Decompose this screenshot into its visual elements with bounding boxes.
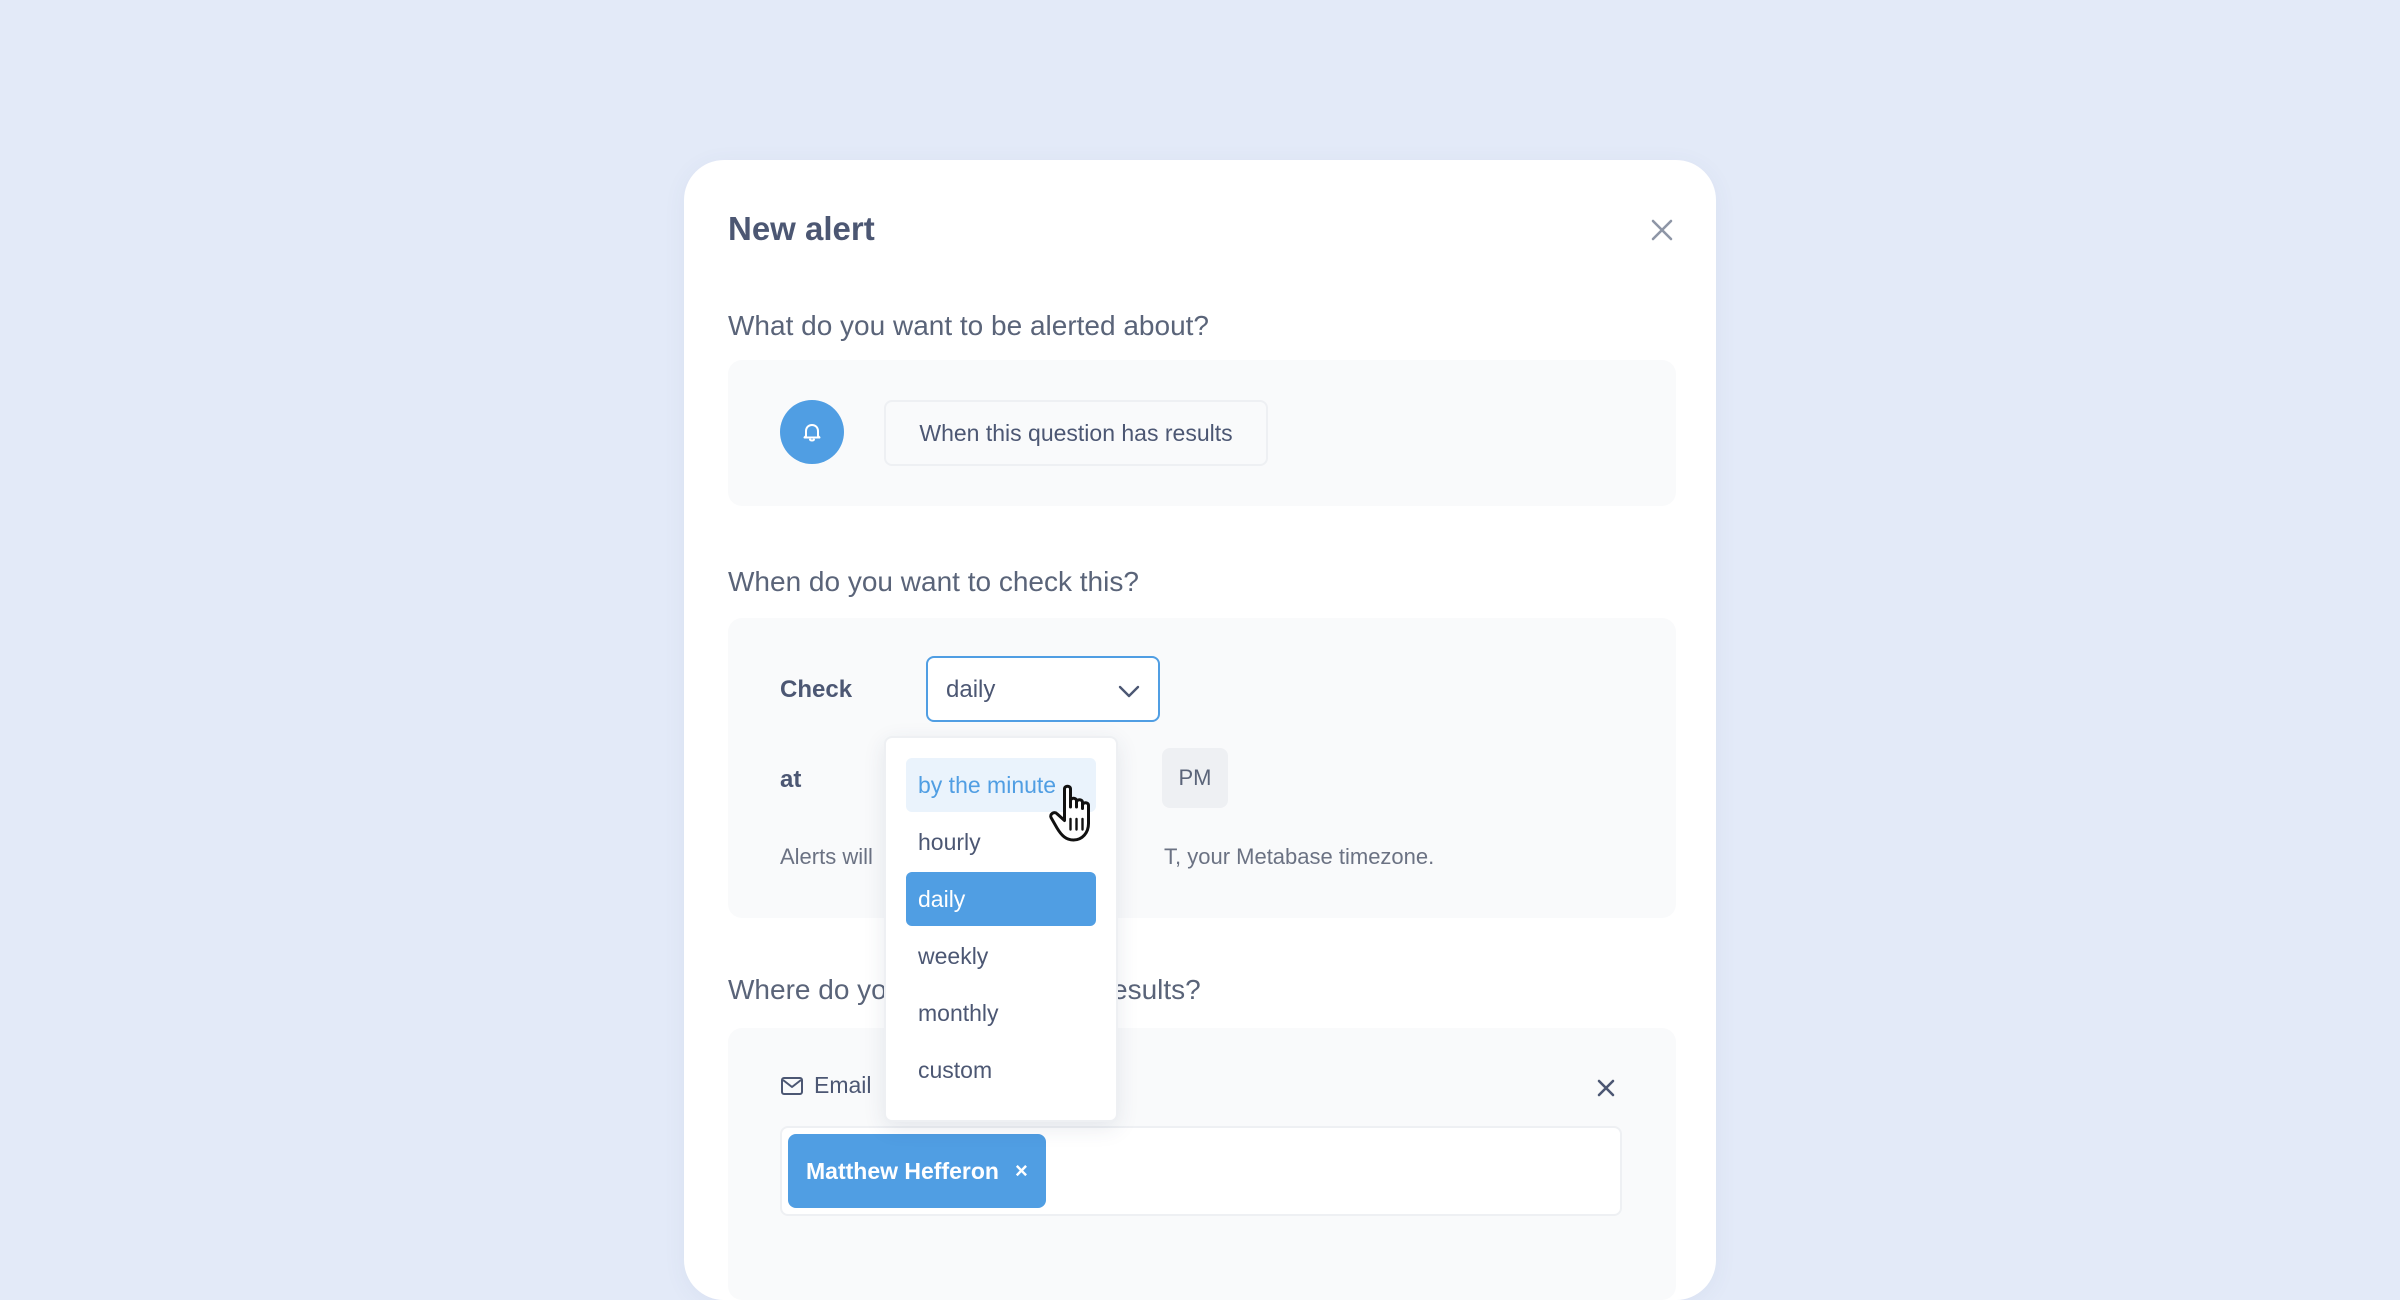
where-question-heading-start: Where do yo [728, 974, 887, 1005]
frequency-select-value: daily [946, 676, 996, 703]
frequency-select[interactable]: daily [926, 656, 1160, 722]
hand-cursor-icon [1049, 784, 1090, 842]
pm-toggle-button[interactable]: PM [1162, 748, 1228, 808]
email-label-text: Email [814, 1072, 872, 1098]
where-question-heading-end: esults? [1112, 974, 1201, 1005]
when-question-heading: When do you want to check this? [728, 566, 1139, 597]
schedule-panel: Check daily at PM Alerts will T, your Me… [728, 618, 1676, 918]
frequency-option-daily[interactable]: daily [906, 872, 1096, 926]
close-icon[interactable] [1644, 212, 1680, 248]
at-label: at [780, 766, 802, 793]
alert-condition-panel: When this question has results [728, 360, 1676, 506]
frequency-option-monthly[interactable]: monthly [906, 986, 1096, 1040]
remove-channel-icon[interactable] [1592, 1074, 1620, 1102]
frequency-option-custom[interactable]: custom [906, 1043, 1096, 1097]
modal-title: New alert [728, 210, 875, 247]
channel-panel: Email Matthew Hefferon × [728, 1028, 1676, 1300]
chevron-down-icon [1118, 685, 1140, 698]
check-label: Check [780, 676, 853, 703]
what-question-heading: What do you want to be alerted about? [728, 310, 1209, 341]
recipient-pill: Matthew Hefferon × [788, 1134, 1046, 1208]
timezone-note-start: Alerts will [780, 844, 873, 869]
email-channel-label: Email [780, 1072, 872, 1099]
mail-icon [781, 1076, 803, 1095]
bell-icon [780, 400, 844, 464]
recipient-name: Matthew Hefferon [806, 1157, 999, 1184]
new-alert-modal: New alert What do you want to be alerted… [684, 160, 1716, 1300]
timezone-note-end: T, your Metabase timezone. [1164, 844, 1435, 869]
frequency-option-weekly[interactable]: weekly [906, 929, 1096, 983]
remove-recipient-button[interactable]: × [1015, 1158, 1028, 1184]
alert-condition-chip[interactable]: When this question has results [884, 400, 1268, 466]
recipients-input[interactable]: Matthew Hefferon × [780, 1126, 1622, 1216]
